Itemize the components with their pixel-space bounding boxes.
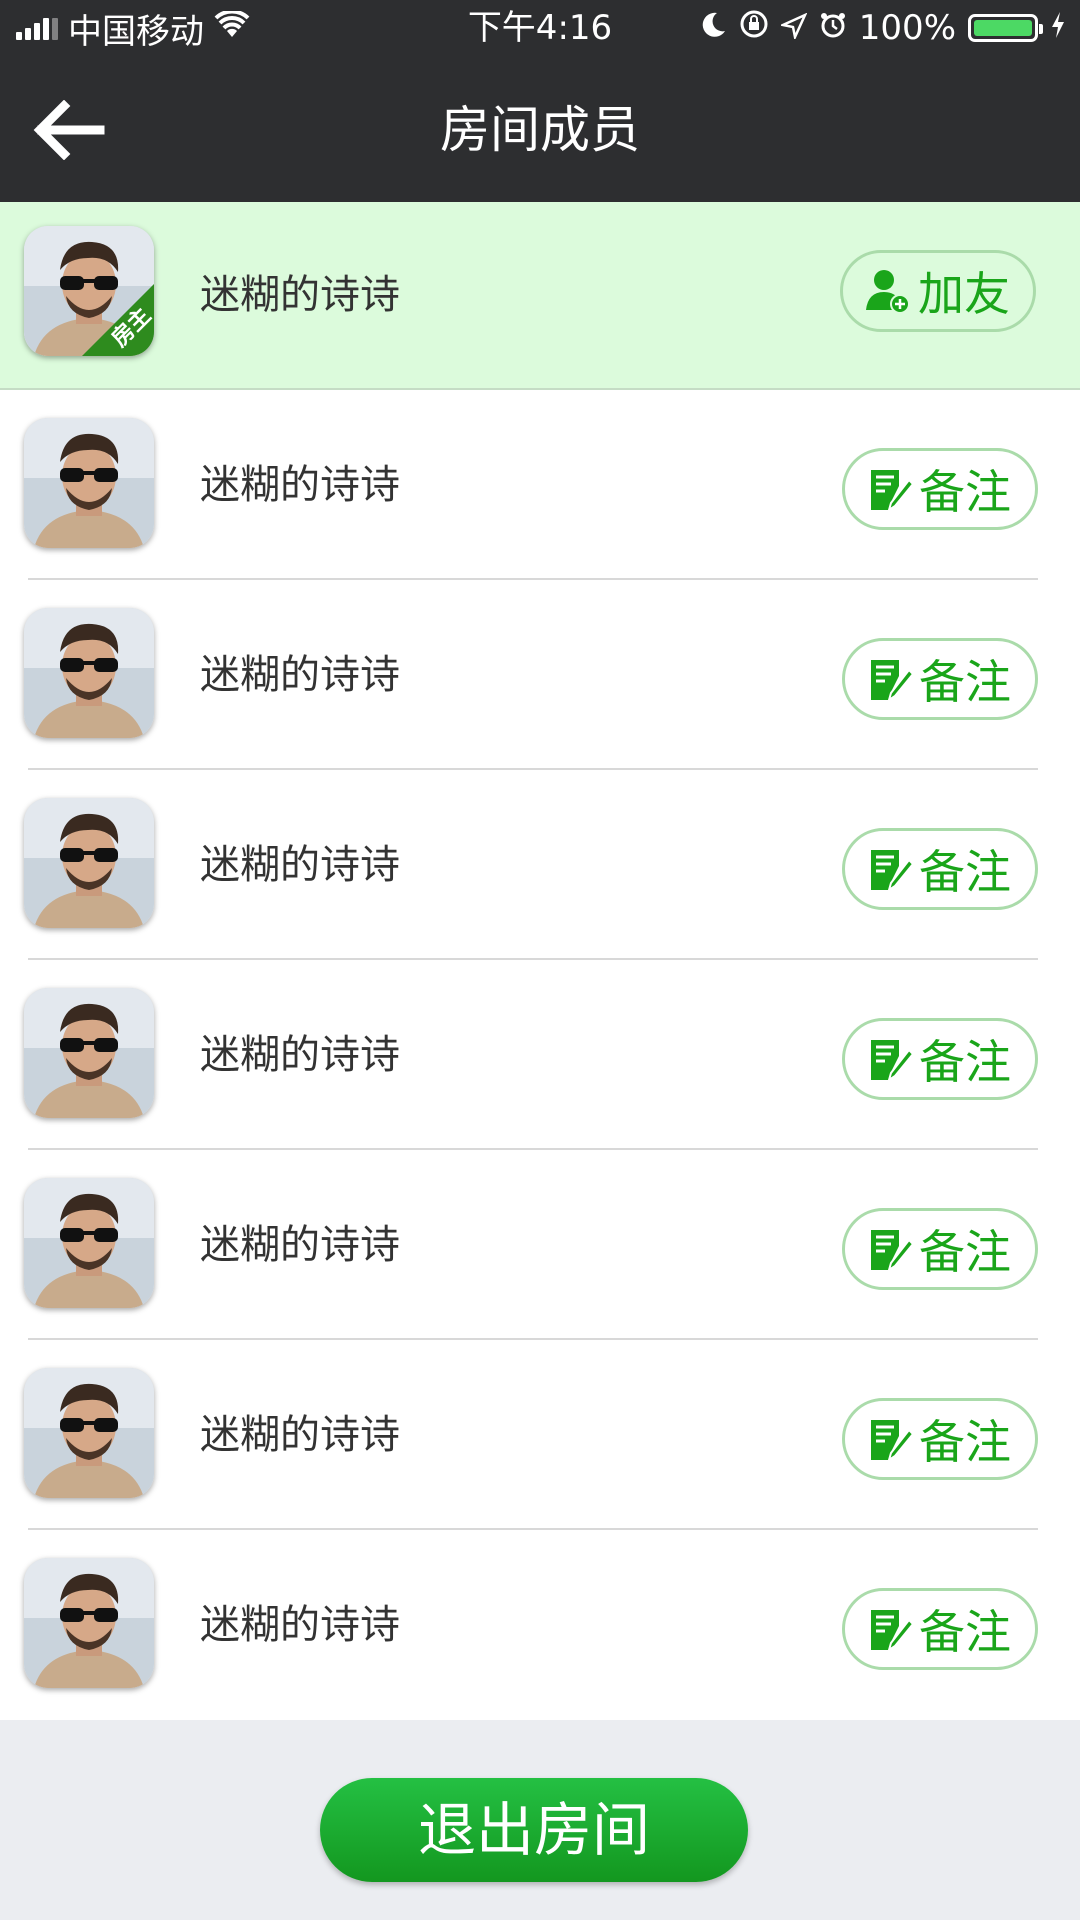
note-label: 备注 bbox=[919, 655, 1011, 709]
avatar[interactable] bbox=[24, 988, 154, 1118]
note-button[interactable]: 备注 bbox=[842, 828, 1038, 910]
avatar[interactable] bbox=[24, 608, 154, 738]
edit-note-icon bbox=[871, 850, 913, 892]
member-name: 迷糊的诗诗 bbox=[200, 272, 400, 318]
note-button[interactable]: 备注 bbox=[842, 448, 1038, 530]
avatar[interactable] bbox=[24, 1178, 154, 1308]
member-name: 迷糊的诗诗 bbox=[200, 462, 400, 508]
note-button[interactable]: 备注 bbox=[842, 638, 1038, 720]
avatar[interactable] bbox=[24, 1368, 154, 1498]
member-name: 迷糊的诗诗 bbox=[200, 652, 400, 698]
nav-bar: 房间成员 bbox=[0, 56, 1080, 202]
battery-icon bbox=[968, 14, 1043, 42]
avatar[interactable] bbox=[24, 418, 154, 548]
note-button[interactable]: 备注 bbox=[842, 1208, 1038, 1290]
page-title: 房间成员 bbox=[440, 101, 640, 159]
member-name: 迷糊的诗诗 bbox=[200, 1222, 400, 1268]
avatar[interactable]: 房主 bbox=[24, 226, 154, 356]
member-row[interactable]: 迷糊的诗诗 备注 bbox=[0, 580, 1080, 770]
member-row[interactable]: 迷糊的诗诗 备注 bbox=[0, 1340, 1080, 1530]
note-button[interactable]: 备注 bbox=[842, 1588, 1038, 1670]
member-row[interactable]: 迷糊的诗诗 备注 bbox=[0, 1150, 1080, 1340]
alarm-icon bbox=[819, 8, 847, 48]
status-bar: 中国移动 下午4:16 100% bbox=[0, 0, 1080, 56]
edit-note-icon bbox=[871, 470, 913, 512]
footer: 退出房间 bbox=[0, 1734, 1080, 1920]
member-row[interactable]: 迷糊的诗诗 备注 bbox=[0, 770, 1080, 960]
member-row[interactable]: 迷糊的诗诗 备注 bbox=[0, 1530, 1080, 1720]
member-name: 迷糊的诗诗 bbox=[200, 1412, 400, 1458]
member-name: 迷糊的诗诗 bbox=[200, 842, 400, 888]
member-name: 迷糊的诗诗 bbox=[200, 1602, 400, 1648]
member-row-host[interactable]: 房主 迷糊的诗诗 加友 bbox=[0, 202, 1080, 390]
note-label: 备注 bbox=[919, 1415, 1011, 1469]
edit-note-icon bbox=[871, 1610, 913, 1652]
member-list: 房主 迷糊的诗诗 加友 迷糊的诗诗 备注 迷糊的诗诗 备注 迷糊的诗诗 备注 迷… bbox=[0, 202, 1080, 1720]
status-bar-right: 100% bbox=[701, 8, 1066, 48]
add-friend-button[interactable]: 加友 bbox=[840, 250, 1036, 332]
edit-note-icon bbox=[871, 1040, 913, 1082]
edit-note-icon bbox=[871, 1230, 913, 1272]
note-label: 备注 bbox=[919, 1605, 1011, 1659]
note-button[interactable]: 备注 bbox=[842, 1398, 1038, 1480]
charging-icon bbox=[1050, 8, 1066, 48]
moon-icon bbox=[701, 8, 727, 48]
member-row[interactable]: 迷糊的诗诗 备注 bbox=[0, 390, 1080, 580]
member-name: 迷糊的诗诗 bbox=[200, 1032, 400, 1078]
note-button[interactable]: 备注 bbox=[842, 1018, 1038, 1100]
edit-note-icon bbox=[871, 1420, 913, 1462]
avatar[interactable] bbox=[24, 798, 154, 928]
leave-room-button[interactable]: 退出房间 bbox=[320, 1778, 748, 1882]
edit-note-icon bbox=[871, 660, 913, 702]
add-friend-label: 加友 bbox=[918, 267, 1010, 321]
note-label: 备注 bbox=[919, 465, 1011, 519]
note-label: 备注 bbox=[919, 1035, 1011, 1089]
note-label: 备注 bbox=[919, 845, 1011, 899]
member-row[interactable]: 迷糊的诗诗 备注 bbox=[0, 960, 1080, 1150]
orientation-lock-icon bbox=[739, 8, 769, 48]
avatar[interactable] bbox=[24, 1558, 154, 1688]
note-label: 备注 bbox=[919, 1225, 1011, 1279]
location-icon bbox=[778, 8, 808, 48]
host-badge: 房主 bbox=[80, 282, 154, 356]
battery-percent: 100% bbox=[858, 8, 956, 48]
add-friend-icon bbox=[866, 270, 910, 314]
